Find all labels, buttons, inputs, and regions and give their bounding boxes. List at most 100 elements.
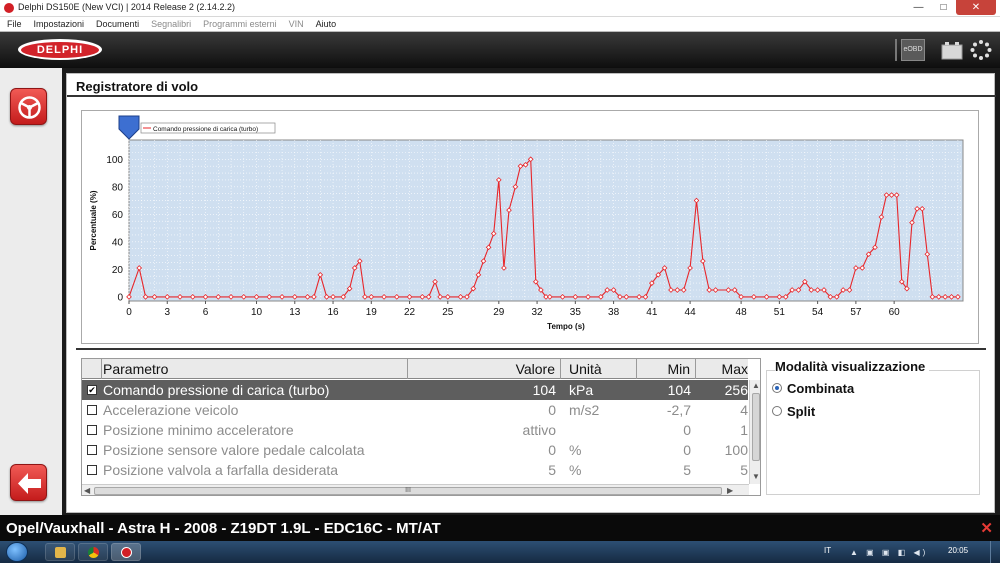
row-value: attivo	[522, 422, 556, 438]
table-row[interactable]: Posizione minimo acceleratore attivo 0 1	[82, 420, 748, 440]
header-unita[interactable]: Unità	[561, 359, 637, 379]
menu-programmi-esterni: Programmi esterni	[203, 19, 277, 29]
vehicle-info-bar: Opel/Vauxhall - Astra H - 2008 - Z19DT 1…	[0, 515, 1000, 541]
chrome-icon	[88, 547, 99, 558]
window-title: Delphi DS150E (New VCI) | 2014 Release 2…	[18, 2, 235, 12]
row-max: 100	[724, 442, 748, 458]
row-checkbox[interactable]	[87, 445, 97, 455]
battery-icon[interactable]	[940, 39, 964, 61]
scroll-left-icon[interactable]: ◀	[84, 486, 90, 495]
minimize-button[interactable]: —	[906, 0, 931, 15]
menu-aiuto[interactable]: Aiuto	[316, 19, 337, 29]
parameter-table[interactable]: Parametro Valore Unità Min Max ✔ Comando…	[81, 358, 761, 496]
vehicle-description: Opel/Vauxhall - Astra H - 2008 - Z19DT 1…	[6, 520, 441, 537]
table-row[interactable]: Posizione sensore valore pedale calcolat…	[82, 440, 748, 460]
y-tick-label: 40	[112, 237, 124, 248]
row-unit: %	[569, 442, 582, 458]
x-tick-label: 44	[685, 307, 697, 318]
window-title-bar: Delphi DS150E (New VCI) | 2014 Release 2…	[0, 0, 1000, 17]
x-tick-label: 32	[532, 307, 544, 318]
label-combinata[interactable]: Combinata	[787, 381, 854, 396]
close-vehicle-icon[interactable]: ✕	[980, 519, 993, 537]
x-tick-label: 54	[812, 307, 824, 318]
label-split[interactable]: Split	[787, 404, 815, 419]
system-tray: IT ▲ ▣ ▣ ◧ ◀) 20:05	[810, 541, 1000, 563]
row-parameter: Accelerazione veicolo	[103, 402, 239, 418]
x-tick-label: 25	[442, 307, 454, 318]
row-min: 104	[667, 382, 691, 398]
radio-split[interactable]	[772, 406, 782, 416]
row-parameter: Posizione sensore valore pedale calcolat…	[103, 442, 365, 458]
steering-wheel-icon	[18, 96, 41, 119]
tray-icons[interactable]: ▲ ▣ ▣ ◧ ◀)	[850, 548, 928, 557]
maximize-button[interactable]: □	[931, 0, 956, 15]
menu-documenti[interactable]: Documenti	[96, 19, 139, 29]
row-checkbox[interactable]	[87, 465, 97, 475]
table-header-row: Parametro Valore Unità Min Max	[82, 359, 748, 379]
menu-bar: File Impostazioni Documenti Segnalibri P…	[0, 17, 1000, 32]
close-window-button[interactable]: ✕	[956, 0, 996, 15]
menu-vin: VIN	[288, 19, 304, 29]
table-row[interactable]: Posizione valvola a farfalla desiderata …	[82, 460, 748, 480]
left-sidebar	[0, 68, 62, 515]
row-checkbox[interactable]: ✔	[87, 385, 97, 395]
show-desktop-button[interactable]	[990, 541, 1000, 563]
header-min[interactable]: Min	[637, 359, 696, 379]
row-checkbox[interactable]	[87, 425, 97, 435]
logo-text: DELPHI	[21, 41, 99, 58]
table-row[interactable]: Accelerazione veicolo 0 m/s2 -2,7 4	[82, 400, 748, 420]
eobd-icon[interactable]: eOBD	[901, 39, 925, 61]
y-tick-label: 60	[112, 210, 124, 221]
page-header: Registratore di volo	[67, 74, 996, 97]
header-max[interactable]: Max	[696, 359, 748, 379]
display-mode-panel: Combinata Split Modalità visualizzazione	[766, 358, 986, 496]
x-tick-label: 41	[646, 307, 658, 318]
x-tick-label: 22	[404, 307, 416, 318]
x-tick-label: 16	[327, 307, 339, 318]
brand-bar: DELPHI eOBD	[0, 32, 1000, 68]
back-button[interactable]	[10, 464, 47, 501]
row-unit: kPa	[569, 382, 594, 398]
scroll-right-icon[interactable]: ▶	[727, 486, 733, 495]
y-tick-label: 0	[117, 292, 123, 303]
chart-area[interactable]: 0 20 40 60 80 100 0 3 6 10 13 16 19 22 25 29 32 35 38 41 44 4…	[81, 110, 979, 344]
start-button[interactable]	[6, 542, 28, 562]
horizontal-scrollbar[interactable]: ◀ III ▶	[82, 484, 749, 495]
taskbar-delphi[interactable]	[111, 543, 141, 561]
taskbar-explorer[interactable]	[45, 543, 75, 561]
menu-file[interactable]: File	[7, 19, 22, 29]
windows-taskbar: IT ▲ ▣ ▣ ◧ ◀) 20:05	[0, 541, 1000, 563]
settings-dots-icon[interactable]	[970, 39, 992, 61]
row-max: 256	[724, 382, 748, 398]
header-parametro[interactable]: Parametro	[102, 359, 408, 379]
x-tick-label: 6	[203, 307, 209, 318]
x-tick-label: 60	[889, 307, 901, 318]
x-axis-label: Tempo (s)	[547, 322, 585, 331]
menu-segnalibri: Segnalibri	[151, 19, 192, 29]
row-max: 4	[740, 402, 748, 418]
steering-wheel-button[interactable]	[10, 88, 47, 125]
row-unit	[561, 420, 637, 440]
header-valore[interactable]: Valore	[408, 359, 561, 379]
menu-impostazioni[interactable]: Impostazioni	[34, 19, 85, 29]
vertical-scrollbar[interactable]: ▲ ▼	[749, 380, 760, 484]
y-tick-label: 100	[106, 155, 123, 166]
horizontal-scroll-thumb[interactable]: III	[94, 487, 722, 495]
taskbar-chrome[interactable]	[78, 543, 108, 561]
row-value: 0	[548, 402, 556, 418]
scroll-up-icon[interactable]: ▲	[752, 381, 760, 390]
clock[interactable]: 20:05	[948, 546, 968, 555]
row-checkbox[interactable]	[87, 405, 97, 415]
delphi-logo: DELPHI	[18, 39, 102, 60]
scroll-down-icon[interactable]: ▼	[752, 472, 760, 481]
app-icon	[4, 3, 14, 13]
vertical-scroll-thumb[interactable]	[752, 393, 760, 461]
x-tick-label: 57	[850, 307, 862, 318]
x-tick-label: 29	[493, 307, 505, 318]
language-indicator[interactable]: IT	[824, 546, 831, 555]
table-row[interactable]: ✔ Comando pressione di carica (turbo) 10…	[82, 380, 748, 400]
radio-combinata[interactable]	[772, 383, 782, 393]
x-tick-label: 19	[366, 307, 378, 318]
time-cursor-marker[interactable]	[118, 115, 140, 140]
line-chart[interactable]: 0 20 40 60 80 100 0 3 6 10 13 16 19 22 25 29 32 35 38 41 44 4…	[82, 111, 980, 345]
